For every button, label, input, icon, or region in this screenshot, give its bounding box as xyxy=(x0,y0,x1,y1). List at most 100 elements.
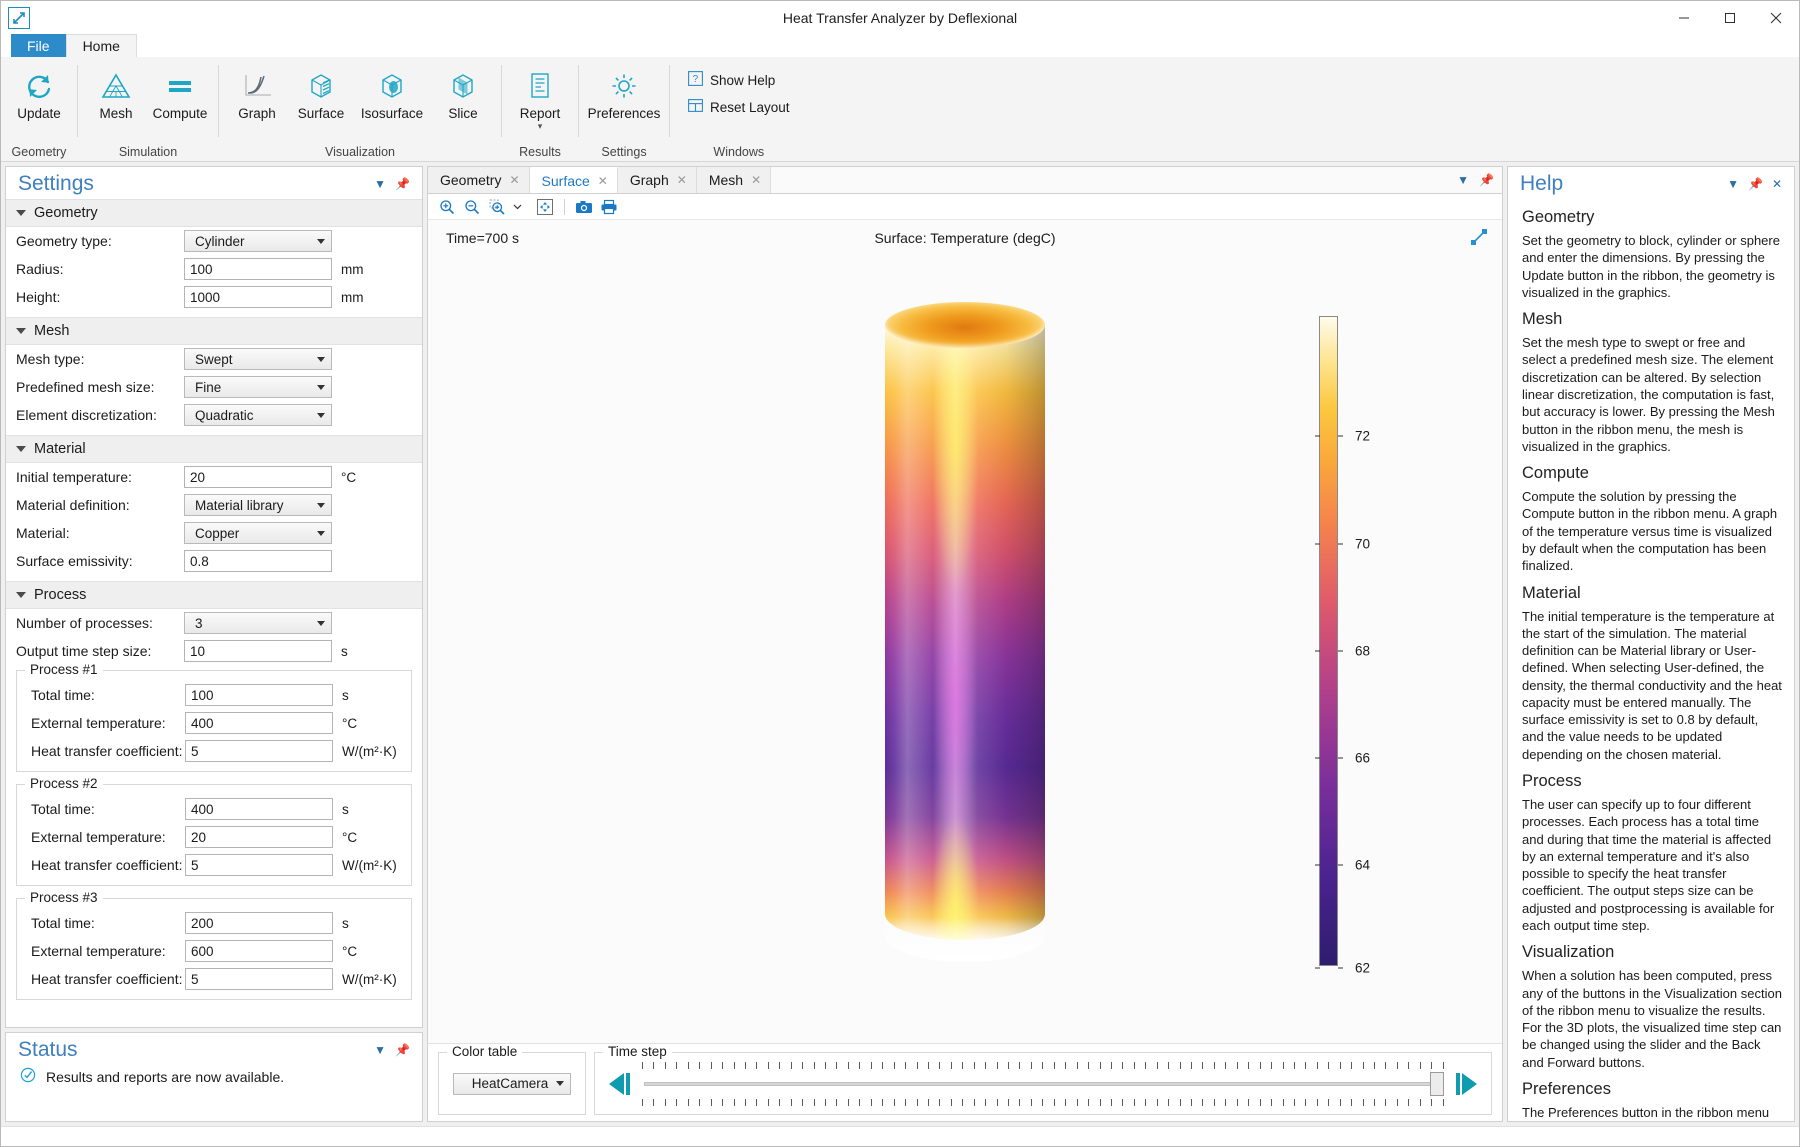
show-help-button[interactable]: ? Show Help xyxy=(686,69,796,91)
colorbar-tick: 64 xyxy=(1315,858,1370,873)
preferences-button[interactable]: Preferences xyxy=(585,61,663,133)
combo-element-discretization[interactable]: Quadratic xyxy=(184,404,332,426)
graphics-bottom-bar: Color table HeatCamera Time step xyxy=(428,1043,1502,1121)
status-collapse-icon[interactable]: ▼ xyxy=(374,1044,386,1056)
unit-p1-heat-transfer-coefficient: W/(m²·K) xyxy=(342,743,397,759)
slider-thumb[interactable] xyxy=(1430,1071,1444,1096)
graphics-canvas[interactable]: Time=700 s Surface: Temperature (degC) 7… xyxy=(428,220,1502,1043)
tab-geometry[interactable]: Geometry ✕ xyxy=(428,167,530,193)
section-header-process[interactable]: Process xyxy=(6,581,422,609)
input-output-time-step-size[interactable]: 10 xyxy=(184,640,332,662)
input-p2-total-time[interactable]: 400 xyxy=(185,798,333,820)
input-p3-external-temperature[interactable]: 600 xyxy=(185,940,333,962)
combo-material-definition[interactable]: Material library xyxy=(184,494,332,516)
isosurface-button[interactable]: Isosurface xyxy=(353,61,431,133)
section-label-geometry: Geometry xyxy=(34,205,98,221)
zoom-extents-icon[interactable] xyxy=(534,196,556,217)
tab-mesh[interactable]: Mesh ✕ xyxy=(696,167,772,193)
combo-mesh-type[interactable]: Swept xyxy=(184,348,332,370)
field-element-discretization: Element discretization: Quadratic xyxy=(6,401,422,429)
field-p3-external-temperature: External temperature: 600 °C xyxy=(17,937,411,965)
label-p2-total-time: Total time: xyxy=(31,801,95,817)
graph-button-label: Graph xyxy=(238,106,276,121)
process-group-3-title: Process #3 xyxy=(25,890,103,905)
zoom-in-icon[interactable] xyxy=(436,196,458,217)
minimize-button[interactable] xyxy=(1661,1,1707,34)
unit-p2-heat-transfer-coefficient: W/(m²·K) xyxy=(342,857,397,873)
update-button[interactable]: Update xyxy=(7,61,71,133)
slider-track[interactable] xyxy=(644,1081,1442,1086)
time-step-back-button[interactable] xyxy=(609,1072,630,1095)
chevron-down-icon[interactable] xyxy=(511,196,523,217)
section-header-geometry[interactable]: Geometry xyxy=(6,199,422,227)
slice-button[interactable]: Slice xyxy=(431,61,495,133)
graphics-collapse-icon[interactable]: ▼ xyxy=(1457,174,1469,186)
input-p3-total-time[interactable]: 200 xyxy=(185,912,333,934)
input-p2-external-temperature[interactable]: 20 xyxy=(185,826,333,848)
help-pin-icon[interactable]: 📌 xyxy=(1748,178,1763,190)
section-header-mesh[interactable]: Mesh xyxy=(6,317,422,345)
status-pin-icon[interactable]: 📌 xyxy=(395,1044,410,1056)
combo-number-of-processes-value: 3 xyxy=(195,615,203,631)
tab-graph[interactable]: Graph ✕ xyxy=(617,167,697,193)
mesh-button[interactable]: Mesh xyxy=(84,61,148,133)
graphics-pin-icon[interactable]: 📌 xyxy=(1479,174,1494,186)
field-p1-heat-transfer-coefficient: Heat transfer coefficient: 5 W/(m²·K) xyxy=(17,737,411,765)
ribbon-tab-strip: File Home xyxy=(1,34,1799,57)
input-initial-temperature[interactable]: 20 xyxy=(184,466,332,488)
help-text-geometry: Set the geometry to block, cylinder or s… xyxy=(1522,233,1780,300)
time-step-forward-button[interactable] xyxy=(1456,1072,1477,1095)
maximize-button[interactable] xyxy=(1707,1,1753,34)
graph-button[interactable]: Graph xyxy=(225,61,289,133)
settings-collapse-icon[interactable]: ▼ xyxy=(374,178,386,190)
input-surface-emissivity[interactable]: 0.8 xyxy=(184,550,332,572)
input-p1-heat-transfer-coefficient[interactable]: 5 xyxy=(185,740,333,762)
unit-output-time-step-size: s xyxy=(341,643,348,659)
input-height[interactable]: 1000 xyxy=(184,286,332,308)
combo-color-table[interactable]: HeatCamera xyxy=(453,1072,571,1095)
tab-surface[interactable]: Surface ✕ xyxy=(529,167,618,193)
color-table-title: Color table xyxy=(447,1044,523,1059)
close-icon[interactable]: ✕ xyxy=(509,173,519,187)
cylinder-top-cap xyxy=(885,301,1045,348)
input-p3-heat-transfer-coefficient[interactable]: 5 xyxy=(185,968,333,990)
combo-geometry-type[interactable]: Cylinder xyxy=(184,230,332,252)
ribbon-group-label-geometry: Geometry xyxy=(11,145,67,159)
close-icon[interactable]: ✕ xyxy=(598,174,608,188)
ribbon-tab-home[interactable]: Home xyxy=(65,34,137,57)
ribbon-tab-file[interactable]: File xyxy=(11,34,66,57)
surface-button[interactable]: Surface xyxy=(289,61,353,133)
camera-icon[interactable] xyxy=(573,196,595,217)
zoom-box-icon[interactable] xyxy=(486,196,508,217)
print-icon[interactable] xyxy=(598,196,620,217)
combo-material[interactable]: Copper xyxy=(184,522,332,544)
colorbar-tick: 72 xyxy=(1315,429,1370,444)
unit-p1-total-time: s xyxy=(342,687,349,703)
input-p1-total-time[interactable]: 100 xyxy=(185,684,333,706)
chevron-down-icon[interactable]: ▾ xyxy=(538,121,543,130)
ribbon-group-label-settings: Settings xyxy=(601,145,647,159)
close-icon[interactable]: ✕ xyxy=(751,173,761,187)
section-header-material[interactable]: Material xyxy=(6,435,422,463)
input-p1-external-temperature[interactable]: 400 xyxy=(185,712,333,734)
combo-predefined-mesh-size[interactable]: Fine xyxy=(184,376,332,398)
close-icon[interactable]: ✕ xyxy=(677,173,687,187)
combo-number-of-processes[interactable]: 3 xyxy=(184,612,332,634)
input-radius[interactable]: 100 xyxy=(184,258,332,280)
time-step-slider[interactable] xyxy=(642,1061,1444,1106)
close-button[interactable] xyxy=(1753,1,1799,34)
input-p2-heat-transfer-coefficient[interactable]: 5 xyxy=(185,854,333,876)
reset-layout-button[interactable]: Reset Layout xyxy=(686,96,796,118)
help-collapse-icon[interactable]: ▼ xyxy=(1727,178,1739,190)
compute-button[interactable]: Compute xyxy=(148,61,212,133)
help-question-icon: ? xyxy=(688,71,703,89)
left-column: Settings ▼ 📌 Geometry Geometry type: Cyl xyxy=(5,166,423,1122)
settings-pin-icon[interactable]: 📌 xyxy=(395,178,410,190)
zoom-out-icon[interactable] xyxy=(461,196,483,217)
graphics-tab-strip: Geometry ✕ Surface ✕ Graph ✕ Mesh ✕ ▼ 📌 xyxy=(428,167,1502,194)
combo-color-table-value: HeatCamera xyxy=(471,1076,549,1091)
report-button[interactable]: Report ▾ xyxy=(508,61,572,133)
help-close-icon[interactable]: ✕ xyxy=(1772,178,1782,190)
expand-graphics-icon[interactable] xyxy=(1470,228,1488,249)
status-panel-header: Status ▼ 📌 xyxy=(6,1033,422,1065)
